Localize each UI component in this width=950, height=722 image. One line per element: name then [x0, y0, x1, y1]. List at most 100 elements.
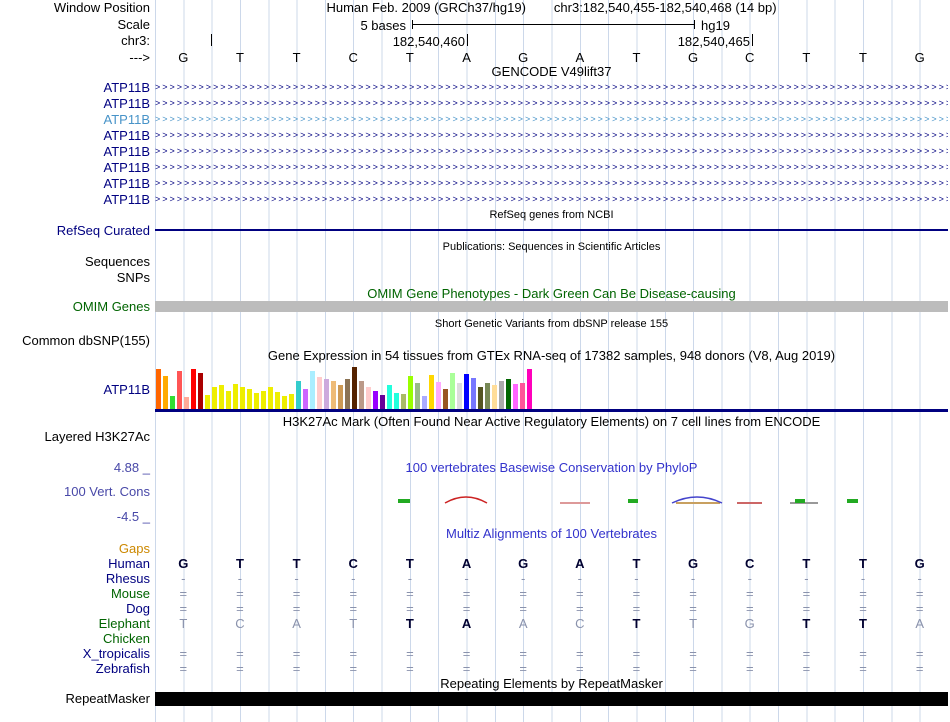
label-snps[interactable]: SNPs: [0, 271, 150, 284]
gencode-gene-label[interactable]: ATP11B: [0, 177, 150, 190]
label-refseq-curated[interactable]: RefSeq Curated: [0, 224, 150, 237]
transcript-intron-arrows[interactable]: >>>>>>>>>>>>>>>>>>>>>>>>>>>>>>>>>>>>>>>>…: [155, 97, 948, 110]
gencode-gene-label[interactable]: ATP11B: [0, 193, 150, 206]
gtex-bar[interactable]: [289, 394, 294, 409]
phylop-conservation-track[interactable]: [155, 478, 948, 514]
gtex-expression-bars[interactable]: [156, 367, 532, 409]
gtex-bar[interactable]: [303, 389, 308, 409]
omim-gene-feature[interactable]: [155, 301, 948, 312]
gtex-bar[interactable]: [366, 387, 371, 409]
label-layered-h3k27ac[interactable]: Layered H3K27Ac: [0, 430, 150, 443]
label-sequences[interactable]: Sequences: [0, 255, 150, 268]
gtex-bar[interactable]: [464, 374, 469, 409]
gtex-bar[interactable]: [317, 377, 322, 409]
refseq-curated-feature[interactable]: [155, 229, 948, 231]
gtex-bar[interactable]: [478, 387, 483, 409]
gtex-bar[interactable]: [450, 373, 455, 409]
gtex-bar[interactable]: [177, 371, 182, 409]
gtex-bar[interactable]: [499, 381, 504, 409]
label-vert-cons[interactable]: 100 Vert. Cons: [0, 485, 150, 498]
gtex-bar[interactable]: [345, 379, 350, 409]
transcript-intron-arrows[interactable]: >>>>>>>>>>>>>>>>>>>>>>>>>>>>>>>>>>>>>>>>…: [155, 129, 948, 142]
label-scale: Scale: [117, 17, 150, 32]
gtex-bar[interactable]: [352, 367, 357, 409]
gtex-bar[interactable]: [268, 387, 273, 409]
gtex-bar[interactable]: [527, 369, 532, 409]
gencode-gene-label[interactable]: ATP11B: [0, 81, 150, 94]
multiz-species-label[interactable]: Mouse: [0, 587, 150, 600]
gtex-bar[interactable]: [506, 379, 511, 409]
gtex-bar[interactable]: [520, 383, 525, 409]
gtex-bar[interactable]: [471, 378, 476, 409]
gtex-bar[interactable]: [373, 391, 378, 409]
gtex-bar[interactable]: [261, 391, 266, 409]
transcript-intron-arrows[interactable]: >>>>>>>>>>>>>>>>>>>>>>>>>>>>>>>>>>>>>>>>…: [155, 145, 948, 158]
repeatmasker-feature[interactable]: [155, 692, 948, 706]
multiz-species-label[interactable]: Zebrafish: [0, 662, 150, 675]
multiz-species-label[interactable]: Dog: [0, 602, 150, 615]
gtex-bar[interactable]: [415, 383, 420, 409]
gtex-bar[interactable]: [226, 391, 231, 409]
base-letter: A: [575, 50, 585, 65]
label-gaps[interactable]: Gaps: [0, 542, 150, 555]
gtex-bar[interactable]: [212, 387, 217, 409]
label-omim-genes[interactable]: OMIM Genes: [0, 300, 150, 313]
gencode-gene-label[interactable]: ATP11B: [0, 129, 150, 142]
multiz-species-label[interactable]: Elephant: [0, 617, 150, 630]
gtex-bar[interactable]: [331, 381, 336, 409]
gtex-bar[interactable]: [205, 395, 210, 409]
gtex-bar[interactable]: [310, 371, 315, 409]
base-letter: G: [178, 50, 189, 65]
gencode-gene-label[interactable]: ATP11B: [0, 113, 150, 126]
transcript-intron-arrows[interactable]: >>>>>>>>>>>>>>>>>>>>>>>>>>>>>>>>>>>>>>>>…: [155, 193, 948, 206]
gtex-bar[interactable]: [338, 385, 343, 409]
transcript-intron-arrows[interactable]: >>>>>>>>>>>>>>>>>>>>>>>>>>>>>>>>>>>>>>>>…: [155, 177, 948, 190]
gtex-bar[interactable]: [247, 389, 252, 409]
gtex-bar[interactable]: [184, 397, 189, 409]
gtex-bar[interactable]: [170, 396, 175, 409]
gtex-bar[interactable]: [457, 383, 462, 409]
label-common-dbsnp[interactable]: Common dbSNP(155): [0, 334, 150, 347]
gtex-bar[interactable]: [240, 387, 245, 409]
gtex-bar[interactable]: [233, 384, 238, 409]
gencode-gene-label[interactable]: ATP11B: [0, 145, 150, 158]
gtex-bar[interactable]: [254, 393, 259, 409]
multiz-species-label[interactable]: Human: [0, 557, 150, 570]
multiz-species-label[interactable]: Rhesus: [0, 572, 150, 585]
gtex-bar[interactable]: [324, 379, 329, 409]
gtex-bar[interactable]: [436, 382, 441, 409]
gtex-bar[interactable]: [492, 385, 497, 409]
alignment-base: T: [405, 556, 414, 571]
gtex-bar[interactable]: [485, 383, 490, 409]
label-repeatmasker[interactable]: RepeatMasker: [0, 692, 150, 705]
gtex-bar[interactable]: [156, 369, 161, 409]
gtex-bar[interactable]: [359, 381, 364, 409]
gtex-bar[interactable]: [163, 376, 168, 409]
gtex-bar[interactable]: [387, 385, 392, 409]
gtex-bar[interactable]: [394, 393, 399, 409]
multiz-species-label[interactable]: Chicken: [0, 632, 150, 645]
gtex-bar[interactable]: [513, 384, 518, 409]
gtex-bar[interactable]: [275, 392, 280, 409]
gtex-bar[interactable]: [380, 395, 385, 409]
gencode-gene-label[interactable]: ATP11B: [0, 97, 150, 110]
alignment-base: =: [915, 601, 924, 616]
transcript-intron-arrows[interactable]: >>>>>>>>>>>>>>>>>>>>>>>>>>>>>>>>>>>>>>>>…: [155, 161, 948, 174]
gtex-bar[interactable]: [296, 381, 301, 409]
gtex-bar[interactable]: [191, 369, 196, 409]
label-gtex-gene[interactable]: ATP11B: [0, 383, 150, 396]
gtex-bar[interactable]: [219, 385, 224, 409]
gtex-bar[interactable]: [422, 396, 427, 409]
gtex-bar[interactable]: [443, 389, 448, 409]
gtex-bar[interactable]: [401, 394, 406, 409]
multiz-species-label[interactable]: X_tropicalis: [0, 647, 150, 660]
transcript-intron-arrows[interactable]: >>>>>>>>>>>>>>>>>>>>>>>>>>>>>>>>>>>>>>>>…: [155, 113, 948, 126]
gtex-bar[interactable]: [408, 376, 413, 409]
gtex-bar[interactable]: [198, 373, 203, 409]
dbsnp-header: Short Genetic Variants from dbSNP releas…: [434, 318, 669, 330]
transcript-intron-arrows[interactable]: >>>>>>>>>>>>>>>>>>>>>>>>>>>>>>>>>>>>>>>>…: [155, 81, 948, 94]
gtex-bar[interactable]: [282, 396, 287, 409]
alignment-base: =: [519, 601, 527, 616]
gencode-gene-label[interactable]: ATP11B: [0, 161, 150, 174]
gtex-bar[interactable]: [429, 375, 434, 409]
